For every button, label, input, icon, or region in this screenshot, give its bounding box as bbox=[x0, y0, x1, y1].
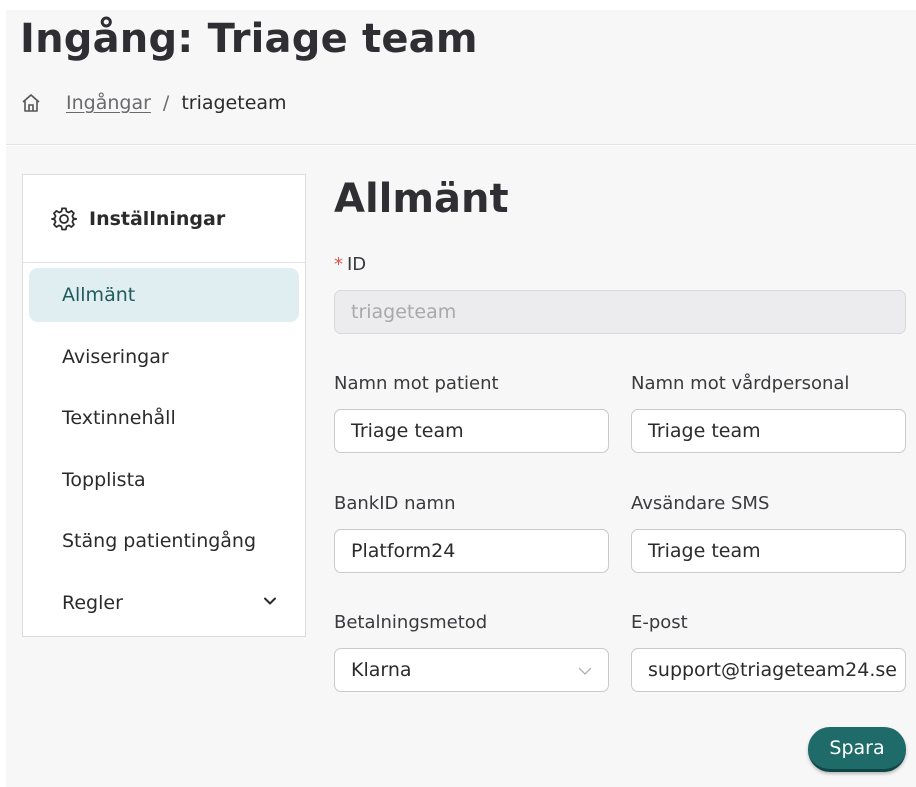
chevron-down-icon bbox=[578, 667, 592, 675]
chevron-down-icon bbox=[264, 597, 276, 605]
sidebar-title: Inställningar bbox=[89, 207, 226, 230]
sidebar-item-aviseringar[interactable]: Aviseringar bbox=[29, 330, 299, 384]
save-button-label: Spara bbox=[829, 737, 885, 759]
gear-icon bbox=[51, 207, 77, 230]
breadcrumb-link-ingangar[interactable]: Ingångar bbox=[66, 92, 151, 114]
sidebar-item-label: Textinnehåll bbox=[62, 407, 176, 429]
sidebar-header: Inställningar bbox=[23, 175, 305, 263]
payment-label: Betalningsmetod bbox=[334, 612, 488, 633]
page-title: Ingång: Triage team bbox=[20, 16, 478, 62]
name-patient-label: Namn mot patient bbox=[334, 373, 499, 394]
sidebar-item-textinnehall[interactable]: Textinnehåll bbox=[29, 391, 299, 445]
bankid-field[interactable]: Platform24 bbox=[334, 529, 609, 573]
id-field-value: triageteam bbox=[351, 301, 457, 323]
name-patient-value: Triage team bbox=[351, 420, 464, 442]
sidebar-item-label: Stäng patientingång bbox=[62, 530, 257, 552]
name-staff-field[interactable]: Triage team bbox=[631, 409, 906, 453]
breadcrumb: Ingångar / triageteam bbox=[20, 92, 287, 114]
name-staff-value: Triage team bbox=[648, 420, 761, 442]
home-icon[interactable] bbox=[20, 93, 42, 113]
name-patient-field[interactable]: Triage team bbox=[334, 409, 609, 453]
sms-sender-label: Avsändare SMS bbox=[631, 493, 770, 514]
id-field[interactable]: triageteam bbox=[334, 290, 906, 334]
name-staff-label: Namn mot vårdpersonal bbox=[631, 373, 850, 394]
sidebar-item-allmant[interactable]: Allmänt bbox=[29, 268, 299, 322]
sidebar-item-stang-patientingang[interactable]: Stäng patientingång bbox=[29, 514, 299, 568]
breadcrumb-current: triageteam bbox=[181, 92, 287, 114]
bankid-value: Platform24 bbox=[351, 540, 456, 562]
page-header: Ingång: Triage team Ingångar / triagetea… bbox=[6, 10, 916, 145]
payment-select[interactable]: Klarna bbox=[334, 648, 609, 692]
sidebar-item-label: Topplista bbox=[62, 469, 146, 491]
payment-value: Klarna bbox=[351, 659, 412, 681]
sidebar-item-label: Aviseringar bbox=[62, 346, 169, 368]
breadcrumb-separator: / bbox=[162, 92, 170, 114]
sidebar-item-label: Regler bbox=[62, 592, 123, 614]
sms-sender-value: Triage team bbox=[648, 540, 761, 562]
sms-sender-field[interactable]: Triage team bbox=[631, 529, 906, 573]
email-label: E-post bbox=[631, 612, 688, 633]
sidebar-item-label: Allmänt bbox=[62, 284, 136, 306]
settings-sidebar: Inställningar Allmänt Aviseringar Textin… bbox=[22, 174, 306, 637]
email-field[interactable]: support@triageteam24.se bbox=[631, 648, 906, 692]
required-mark: * bbox=[334, 254, 343, 275]
save-button[interactable]: Spara bbox=[808, 727, 906, 772]
email-value: support@triageteam24.se bbox=[648, 659, 897, 681]
sidebar-item-topplista[interactable]: Topplista bbox=[29, 453, 299, 507]
bankid-label: BankID namn bbox=[334, 493, 456, 514]
sidebar-item-regler[interactable]: Regler bbox=[29, 576, 299, 630]
section-title: Allmänt bbox=[334, 176, 509, 222]
id-label-text: ID bbox=[347, 254, 367, 275]
id-label: * ID bbox=[334, 254, 366, 275]
